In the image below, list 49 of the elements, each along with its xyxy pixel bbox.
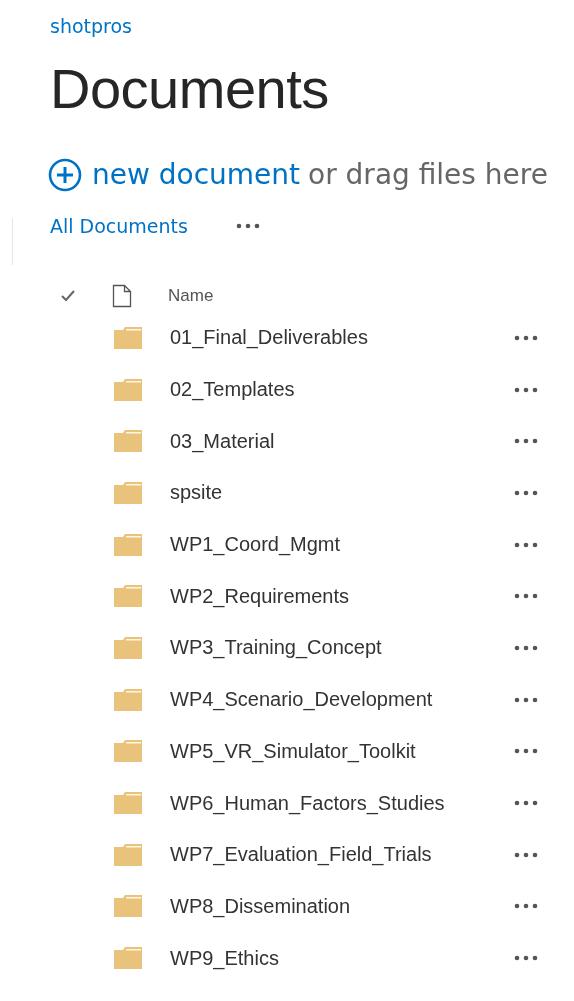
more-icon[interactable]	[514, 438, 538, 445]
page-title: Documents	[50, 56, 330, 122]
folder-icon	[113, 584, 143, 609]
column-header[interactable]: Name	[168, 286, 214, 306]
folder-name[interactable]: WP8_Dissemination	[170, 894, 500, 918]
folder-name[interactable]: WP4_Scenario_Development	[170, 688, 500, 712]
more-icon[interactable]	[514, 851, 538, 858]
folder-icon	[113, 687, 143, 712]
more-icon[interactable]	[514, 696, 538, 703]
folder-name[interactable]: 01_Final_Deliverables	[170, 326, 500, 350]
drag-files-hint: or drag files here	[308, 157, 548, 193]
new-document-link[interactable]: new document	[92, 156, 301, 194]
folder-name[interactable]: WP1_Coord_Mgmt	[170, 533, 500, 557]
folder-icon	[113, 894, 143, 919]
more-icon[interactable]	[514, 955, 538, 962]
folder-name[interactable]: WP3_Training_Concept	[170, 636, 500, 660]
folder-icon	[113, 842, 143, 867]
folder-icon	[113, 429, 143, 454]
folder-icon	[113, 532, 143, 557]
more-icon[interactable]	[514, 489, 538, 496]
view-tab[interactable]: All Documents	[50, 212, 188, 240]
check-icon[interactable]	[60, 289, 76, 303]
more-icon[interactable]	[514, 644, 538, 651]
more-icon[interactable]	[514, 593, 538, 600]
more-icon[interactable]	[235, 223, 260, 229]
folder-icon	[113, 635, 143, 660]
folder-icon	[113, 480, 143, 505]
folder-name[interactable]: WP5_VR_Simulator_Toolkit	[170, 739, 500, 763]
folder-name[interactable]: 02_Templates	[170, 378, 500, 402]
folder-name[interactable]: spsite	[170, 481, 500, 505]
folder-name[interactable]: WP7_Evaluation_Field_Trials	[170, 843, 500, 867]
more-icon[interactable]	[514, 800, 538, 807]
folder-icon	[113, 377, 143, 402]
site-link[interactable]: shotpros	[50, 12, 132, 40]
more-icon[interactable]	[514, 386, 538, 393]
folder-icon	[113, 791, 143, 816]
more-icon[interactable]	[514, 334, 538, 341]
more-icon[interactable]	[514, 748, 538, 755]
more-icon[interactable]	[514, 541, 538, 548]
add-icon[interactable]	[48, 158, 82, 192]
document-icon	[112, 284, 132, 308]
folder-icon	[113, 739, 143, 764]
folder-icon	[113, 946, 143, 971]
folder-name[interactable]: WP9_Ethics	[170, 946, 500, 970]
folder-name[interactable]: WP2_Requirements	[170, 584, 500, 608]
more-icon[interactable]	[514, 903, 538, 910]
folder-name[interactable]: 03_Material	[170, 429, 500, 453]
folder-icon	[113, 325, 143, 350]
folder-name[interactable]: WP6_Human_Factors_Studies	[170, 791, 500, 815]
